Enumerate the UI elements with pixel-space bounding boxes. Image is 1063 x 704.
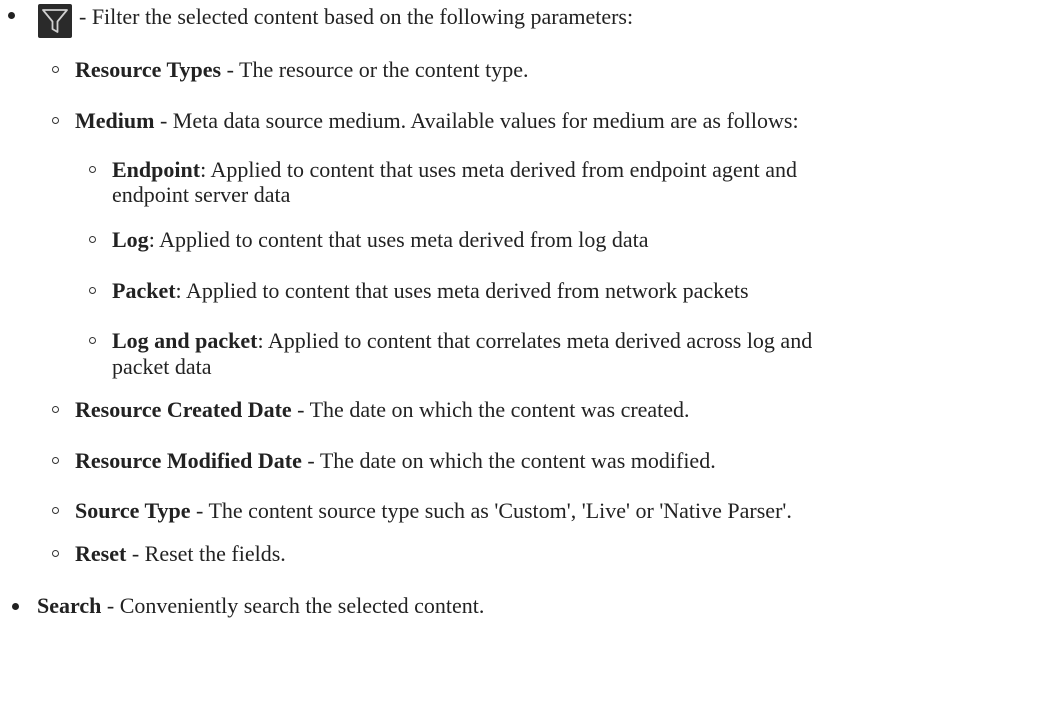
list-bullet [52, 550, 59, 557]
medium-value-packet: Packet: Applied to content that uses met… [112, 278, 749, 303]
param-resource-types: Resource Types - The resource or the con… [75, 57, 529, 82]
param-resource-modified-date: Resource Modified Date - The date on whi… [75, 448, 716, 473]
medium-value-log-and-packet: Log and packet: Applied to content that … [112, 328, 813, 353]
search-description: Search - Conveniently search the selecte… [37, 593, 485, 618]
param-medium: Medium - Meta data source medium. Availa… [75, 108, 799, 133]
param-resource-created-date: Resource Created Date - The date on whic… [75, 397, 690, 422]
help-document: - Filter the selected content based on t… [0, 0, 1063, 704]
list-bullet [8, 12, 15, 19]
list-bullet [89, 337, 96, 344]
medium-value-endpoint: Endpoint: Applied to content that uses m… [112, 157, 797, 182]
filter-description: - Filter the selected content based on t… [79, 4, 634, 29]
list-bullet [52, 406, 59, 413]
param-reset: Reset - Reset the fields. [75, 541, 286, 566]
param-source-type: Source Type - The content source type su… [75, 498, 792, 523]
medium-value-log-and-packet-cont: packet data [112, 354, 212, 379]
list-bullet [52, 507, 59, 514]
medium-value-endpoint-cont: endpoint server data [112, 182, 291, 207]
list-bullet [12, 603, 19, 610]
list-bullet [52, 66, 59, 73]
list-bullet [52, 117, 59, 124]
list-bullet [89, 166, 96, 173]
filter-funnel-icon [38, 4, 72, 38]
list-bullet [89, 287, 96, 294]
list-bullet [52, 457, 59, 464]
medium-value-log: Log: Applied to content that uses meta d… [112, 227, 649, 252]
list-bullet [89, 236, 96, 243]
